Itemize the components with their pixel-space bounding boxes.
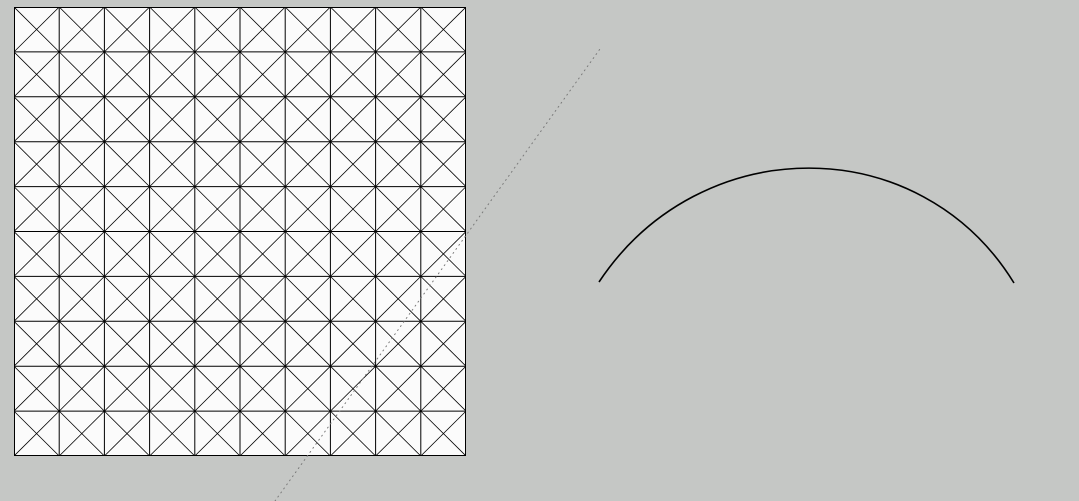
- drawn-arc[interactable]: [599, 168, 1014, 283]
- modeling-viewport[interactable]: [0, 0, 1079, 501]
- sandbox-mesh-edges: [14, 7, 466, 456]
